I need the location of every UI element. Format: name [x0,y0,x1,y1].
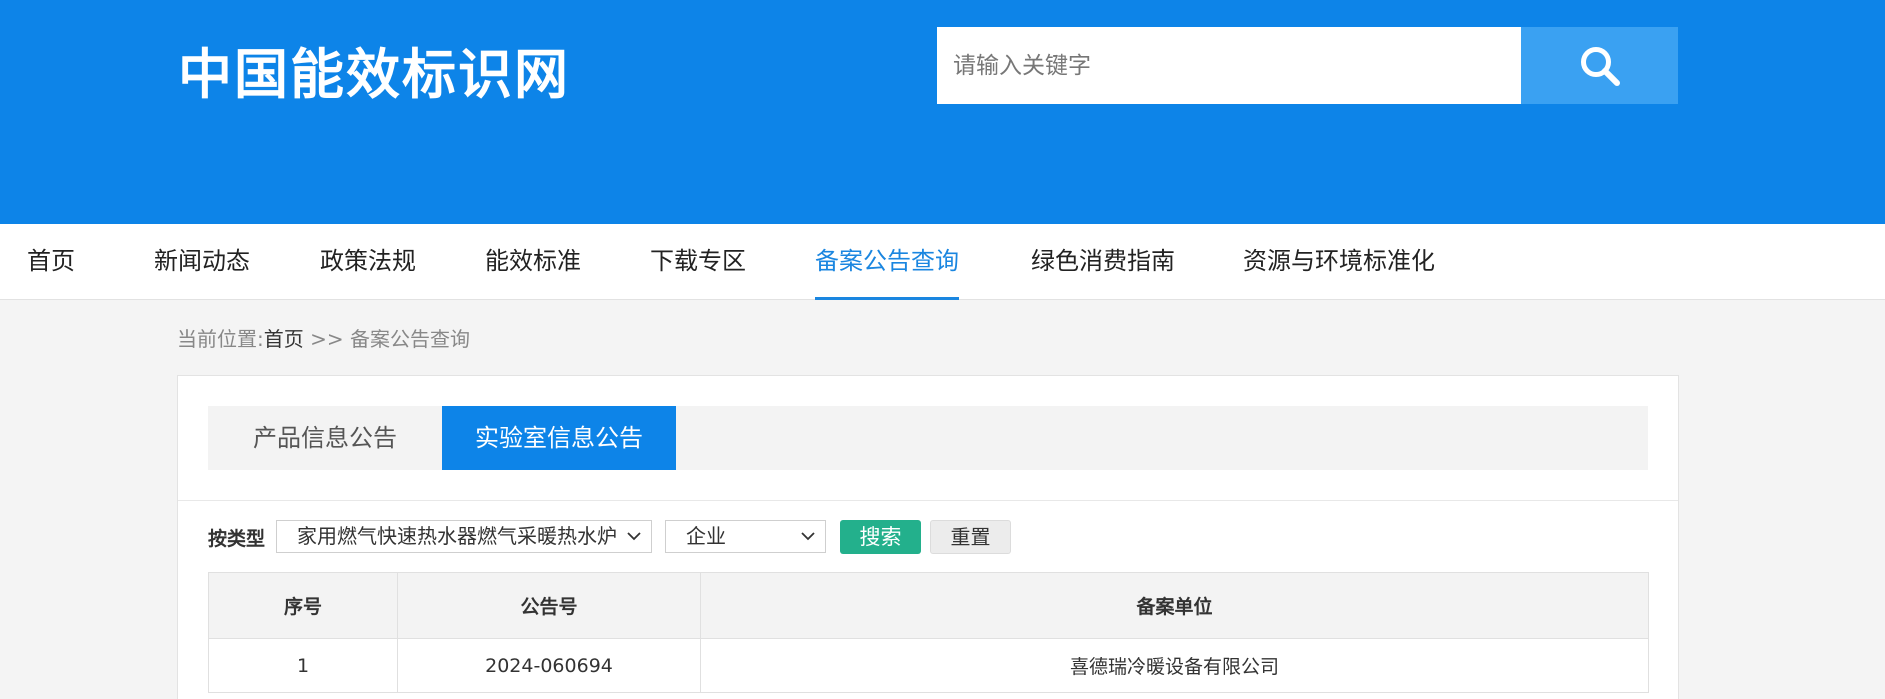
nav-item-standards[interactable]: 能效标准 [485,224,581,300]
type-filter-label: 按类型 [208,528,266,550]
cell-filing-unit[interactable]: 喜德瑞冷暖设备有限公司 [700,638,1649,693]
nav-item-home[interactable]: 首页 [27,224,75,300]
type-select-value: 家用燃气快速热水器燃气采暖热水炉 [297,524,617,548]
breadcrumb-home-link[interactable]: 首页 [264,327,304,351]
breadcrumb-prefix: 当前位置: [177,327,264,351]
nav-item-green-guide[interactable]: 绿色消费指南 [1031,224,1175,300]
nav-item-policy[interactable]: 政策法规 [320,224,416,300]
tabs-bar: 产品信息公告 实验室信息公告 [208,406,1648,470]
tab-lab-info[interactable]: 实验室信息公告 [442,406,676,470]
announcement-table: 序号 公告号 备案单位 1 2024-060694 喜德瑞冷暖设备有限公司 [208,572,1649,693]
divider [178,500,1678,501]
cell-announcement-no[interactable]: 2024-060694 [397,638,701,693]
column-header-index: 序号 [208,572,398,639]
site-logo[interactable]: 中国能效标识网 [178,38,570,112]
search-icon [1580,46,1620,86]
breadcrumb-separator: >> [303,327,350,351]
filter-search-button[interactable]: 搜索 [840,520,921,554]
cell-index: 1 [208,638,398,693]
org-select-value: 企业 [686,524,726,548]
chevron-down-icon [799,521,817,552]
table-header-row: 序号 公告号 备案单位 [208,572,1649,639]
search-input[interactable] [937,27,1521,104]
breadcrumb-current: 备案公告查询 [349,327,470,351]
org-select[interactable]: 企业 [665,520,826,553]
column-header-announcement-no: 公告号 [397,572,701,639]
announcement-panel: 产品信息公告 实验室信息公告 按类型 家用燃气快速热水器燃气采暖热水炉 企业 搜… [177,375,1679,699]
main-nav: 首页 新闻动态 政策法规 能效标准 下载专区 备案公告查询 绿色消费指南 资源与… [0,224,1885,300]
type-select[interactable]: 家用燃气快速热水器燃气采暖热水炉 [276,520,652,553]
table-row[interactable]: 1 2024-060694 喜德瑞冷暖设备有限公司 [208,638,1649,693]
tab-product-info[interactable]: 产品信息公告 [208,406,442,470]
filter-reset-button[interactable]: 重置 [930,520,1011,554]
nav-item-resource-standardization[interactable]: 资源与环境标准化 [1243,224,1435,300]
nav-item-filing-query[interactable]: 备案公告查询 [815,224,959,300]
column-header-filing-unit: 备案单位 [700,572,1649,639]
nav-item-downloads[interactable]: 下载专区 [650,224,746,300]
search-button[interactable] [1521,27,1678,104]
breadcrumb: 当前位置:首页 >> 备案公告查询 [177,324,470,354]
chevron-down-icon [625,521,643,552]
site-header: 中国能效标识网 [0,0,1885,224]
nav-item-news[interactable]: 新闻动态 [154,224,250,300]
